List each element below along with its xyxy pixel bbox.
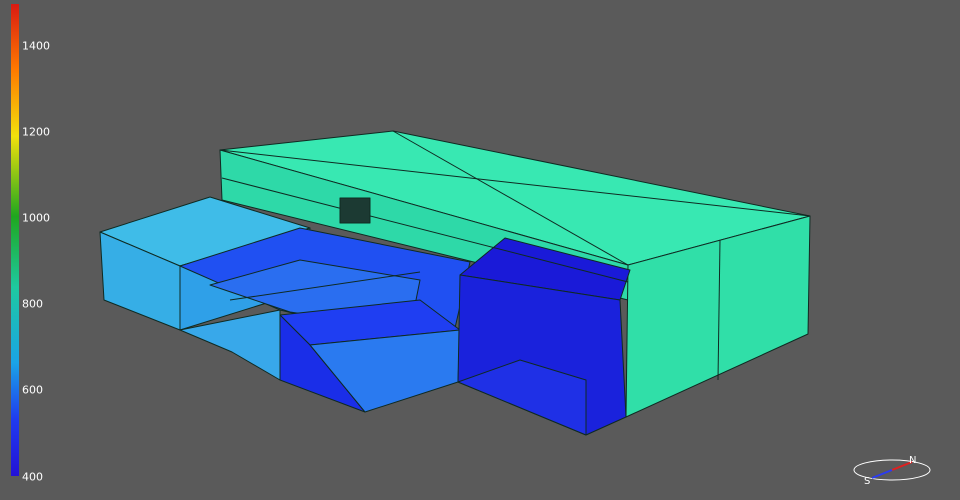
compass-north-label: N [909,455,917,466]
scale-tick-label: 1200 [22,125,50,139]
scale-tick-label: 1000 [22,211,50,225]
upper-block-opening [339,197,371,224]
scale-tick-label: 600 [22,383,43,397]
compass-icon[interactable] [850,452,934,488]
compass-south-label: S [864,476,871,487]
building-model [99,130,811,436]
building-3d-viewport[interactable] [0,0,960,500]
color-scale-bar [11,4,19,476]
scale-tick-label: 800 [22,297,43,311]
scale-tick-label: 400 [22,470,43,484]
scale-tick-label: 1400 [22,39,50,53]
